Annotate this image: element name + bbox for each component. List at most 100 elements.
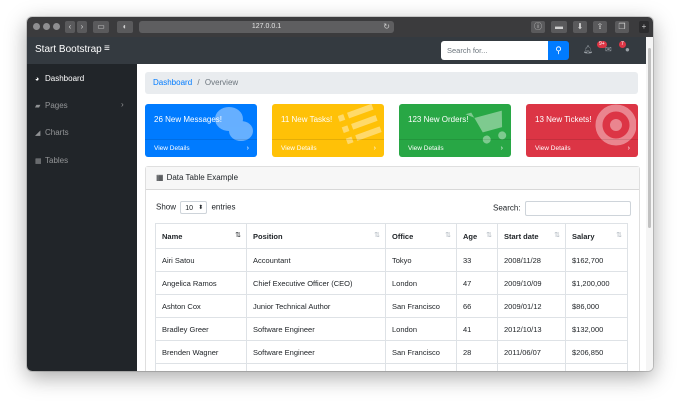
column-header-position[interactable]: Position ⇅ bbox=[246, 223, 386, 249]
chevron-right-icon: › bbox=[500, 145, 503, 152]
reload-icon[interactable]: ↻ bbox=[383, 21, 390, 33]
sidebar-item-pages[interactable]: ▰ Pages bbox=[35, 101, 68, 110]
sort-icon: ⇅ bbox=[374, 232, 380, 239]
brand-link[interactable]: Start Bootstrap bbox=[35, 44, 102, 55]
view-details-link[interactable]: View Details › bbox=[526, 139, 638, 157]
cell-position: Accountant bbox=[246, 248, 386, 272]
table-header-row: Name ⇅ Position ⇅ Office ⇅ Age ⇅ Start date ⇅… bbox=[155, 223, 628, 249]
column-header-start-date[interactable]: Start date ⇅ bbox=[497, 223, 566, 249]
cell-name: Angelica Ramos bbox=[155, 271, 247, 295]
cell-age: 41 bbox=[456, 317, 498, 341]
card-title: 123 New Orders! bbox=[408, 115, 469, 124]
column-header-name[interactable]: Name ⇅ bbox=[155, 223, 247, 249]
sidebar-item-label: Pages bbox=[45, 101, 68, 110]
column-header-salary[interactable]: Salary ⇅ bbox=[565, 223, 628, 249]
card-title: 13 New Tickets! bbox=[535, 115, 592, 124]
shield-icon[interactable]: ◐ bbox=[117, 21, 133, 33]
card-title: 26 New Messages! bbox=[154, 115, 223, 124]
extension-icon[interactable]: ▬ bbox=[551, 21, 567, 33]
top-navbar: Start Bootstrap ≡ Search for... ⚲ 🔔︎ 9+ … bbox=[27, 37, 653, 64]
search-label: Search: bbox=[493, 203, 521, 213]
column-header-age[interactable]: Age ⇅ bbox=[456, 223, 498, 249]
tasks-card: 11 New Tasks! View Details › bbox=[272, 104, 384, 157]
cell-office: San Francisco bbox=[385, 294, 457, 318]
user-circle-icon[interactable]: ● bbox=[625, 45, 630, 54]
cell-start-date: 2008/11/28 bbox=[497, 248, 566, 272]
breadcrumb-link-dashboard[interactable]: Dashboard bbox=[153, 78, 192, 87]
cell-age bbox=[456, 363, 498, 371]
chevron-right-icon: › bbox=[373, 145, 376, 152]
card-footer-label: View Details bbox=[154, 145, 190, 152]
chevron-right-icon: › bbox=[246, 145, 249, 152]
forward-icon[interactable]: › bbox=[77, 21, 87, 33]
info-icon[interactable]: ⓘ bbox=[531, 21, 545, 33]
table-row: Airi Satou Accountant Tokyo 33 2008/11/28 $16… bbox=[155, 248, 628, 272]
folder-icon: ▰ bbox=[35, 103, 41, 110]
sidebar-item-tables[interactable]: ▦ Tables bbox=[35, 156, 68, 165]
close-window-dot[interactable] bbox=[33, 23, 40, 30]
sidebar-item-label: Charts bbox=[45, 128, 69, 137]
sort-icon: ⇅ bbox=[486, 232, 492, 239]
address-bar[interactable]: 127.0.0.1 ↻ bbox=[139, 21, 394, 33]
tickets-card: 13 New Tickets! View Details › bbox=[526, 104, 638, 157]
sort-icon: ⇅ bbox=[445, 232, 451, 239]
table-search-input[interactable] bbox=[524, 201, 631, 216]
menu-toggle-icon[interactable]: ≡ bbox=[104, 43, 110, 54]
cell-start-date bbox=[497, 363, 566, 371]
back-icon[interactable]: ‹ bbox=[65, 21, 75, 33]
cell-start-date: 2011/06/07 bbox=[497, 340, 566, 364]
table-search: Search: bbox=[493, 201, 631, 216]
browser-toolbar: ‹ › ▭ ◐ 127.0.0.1 ↻ ⓘ ▬ ⬇ ⇪ ❐ + bbox=[27, 17, 653, 37]
sidebar-item-charts[interactable]: ◢ Charts bbox=[35, 128, 69, 137]
chevron-right-icon[interactable]: › bbox=[121, 100, 124, 109]
cell-salary: $1,200,000 bbox=[565, 271, 628, 295]
cell-age: 28 bbox=[456, 340, 498, 364]
cell-office: San Francisco bbox=[385, 340, 457, 364]
cell-salary: $162,700 bbox=[565, 248, 628, 272]
bell-icon[interactable]: 🔔︎ bbox=[583, 45, 593, 54]
zoom-window-dot[interactable] bbox=[53, 23, 60, 30]
envelope-icon[interactable]: ✉ bbox=[605, 45, 612, 54]
view-details-link[interactable]: View Details › bbox=[272, 139, 384, 157]
breadcrumb-separator: / bbox=[197, 78, 200, 87]
card-title: 11 New Tasks! bbox=[281, 115, 333, 124]
sidebar-item-dashboard[interactable]: ◕ Dashboard bbox=[35, 74, 84, 83]
table-row: Angelica Ramos Chief Executive Officer (C… bbox=[155, 271, 628, 295]
data-table: Name ⇅ Position ⇅ Office ⇅ Age ⇅ Start date ⇅… bbox=[155, 223, 628, 371]
download-icon[interactable]: ⬇ bbox=[573, 21, 587, 33]
minimize-window-dot[interactable] bbox=[43, 23, 50, 30]
cell-office: London bbox=[385, 271, 457, 295]
cell-position bbox=[246, 363, 386, 371]
scrollbar-thumb[interactable] bbox=[648, 48, 651, 228]
cell-office bbox=[385, 363, 457, 371]
tabs-icon[interactable]: ❐ bbox=[615, 21, 629, 33]
search-button[interactable]: ⚲ bbox=[548, 41, 569, 60]
sidebar-toggle-icon[interactable]: ▭ bbox=[93, 21, 109, 33]
column-header-office[interactable]: Office ⇅ bbox=[385, 223, 457, 249]
share-icon[interactable]: ⇪ bbox=[593, 21, 607, 33]
cell-name bbox=[155, 363, 247, 371]
sidebar-item-label: Dashboard bbox=[45, 74, 85, 83]
sort-icon: ⇅ bbox=[554, 232, 560, 239]
card-footer-label: View Details bbox=[535, 145, 571, 152]
new-tab-icon[interactable]: + bbox=[639, 21, 649, 33]
cell-position: Software Engineer bbox=[246, 317, 386, 341]
cell-name: Bradley Greer bbox=[155, 317, 247, 341]
cell-start-date: 2009/01/12 bbox=[497, 294, 566, 318]
cell-name: Brenden Wagner bbox=[155, 340, 247, 364]
cell-name: Airi Satou bbox=[155, 248, 247, 272]
table-icon: ▦ bbox=[156, 173, 164, 182]
show-label: Show bbox=[156, 202, 177, 212]
view-details-link[interactable]: View Details › bbox=[399, 139, 511, 157]
area-chart-icon: ◢ bbox=[35, 130, 41, 137]
entries-control: Show 10 ⬍ entries bbox=[156, 201, 236, 214]
cell-salary: $86,000 bbox=[565, 294, 628, 318]
cell-salary: $206,850 bbox=[565, 340, 628, 364]
chevron-right-icon: › bbox=[627, 145, 630, 152]
view-details-link[interactable]: View Details › bbox=[145, 139, 257, 157]
search-input[interactable]: Search for... bbox=[441, 41, 548, 60]
updown-icon: ⬍ bbox=[198, 205, 204, 211]
entries-select[interactable]: 10 ⬍ bbox=[180, 201, 208, 214]
card-footer-label: View Details bbox=[281, 145, 317, 152]
cell-name: Ashton Cox bbox=[155, 294, 247, 318]
